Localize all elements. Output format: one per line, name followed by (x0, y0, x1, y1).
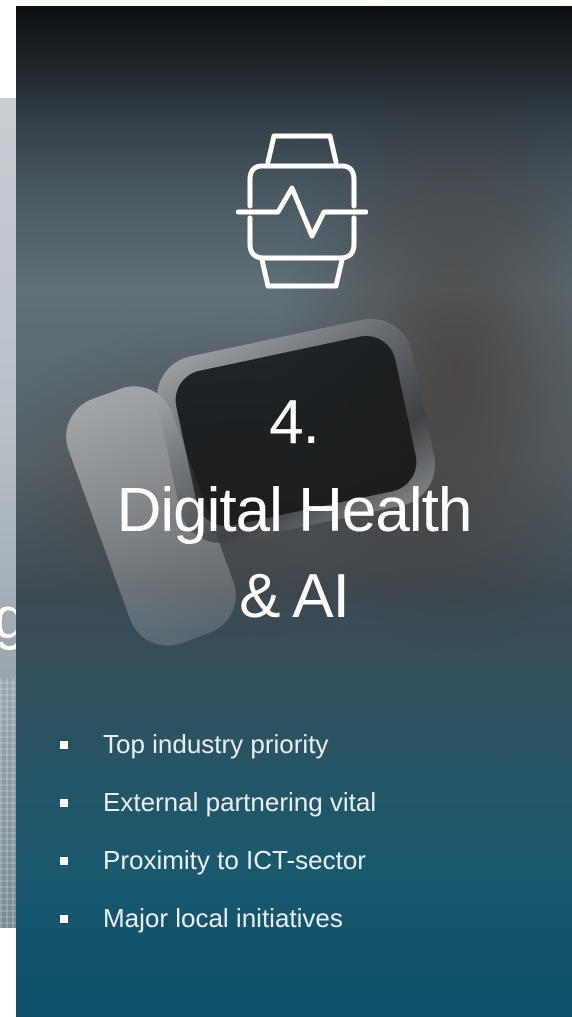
bullet-text: Major local initiatives (103, 903, 343, 933)
bullet-list: Top industry priority External partnerin… (16, 724, 572, 956)
bullet-marker-icon (60, 741, 68, 749)
bullet-item: External partnering vital (16, 782, 572, 840)
slide-stage: g 4. Digital Health & AI Top industry pr… (0, 0, 572, 1017)
card-title-line-1: Digital Health (116, 476, 473, 545)
digital-health-card[interactable]: 4. Digital Health & AI Top industry prio… (16, 6, 572, 1017)
bullet-item: Top industry priority (16, 724, 572, 782)
bullet-text: Proximity to ICT-sector (103, 845, 366, 875)
smartwatch-heartbeat-icon (236, 133, 368, 289)
card-title-line-2: & AI (239, 562, 350, 631)
bullet-text: Top industry priority (103, 729, 329, 759)
bullet-marker-icon (60, 857, 68, 865)
bullet-item: Proximity to ICT-sector (16, 840, 572, 898)
bullet-text: External partnering vital (103, 787, 377, 817)
bullet-marker-icon (60, 799, 68, 807)
bullet-item: Major local initiatives (16, 898, 572, 956)
bullet-marker-icon (60, 915, 68, 923)
card-number: 4. (269, 388, 320, 457)
